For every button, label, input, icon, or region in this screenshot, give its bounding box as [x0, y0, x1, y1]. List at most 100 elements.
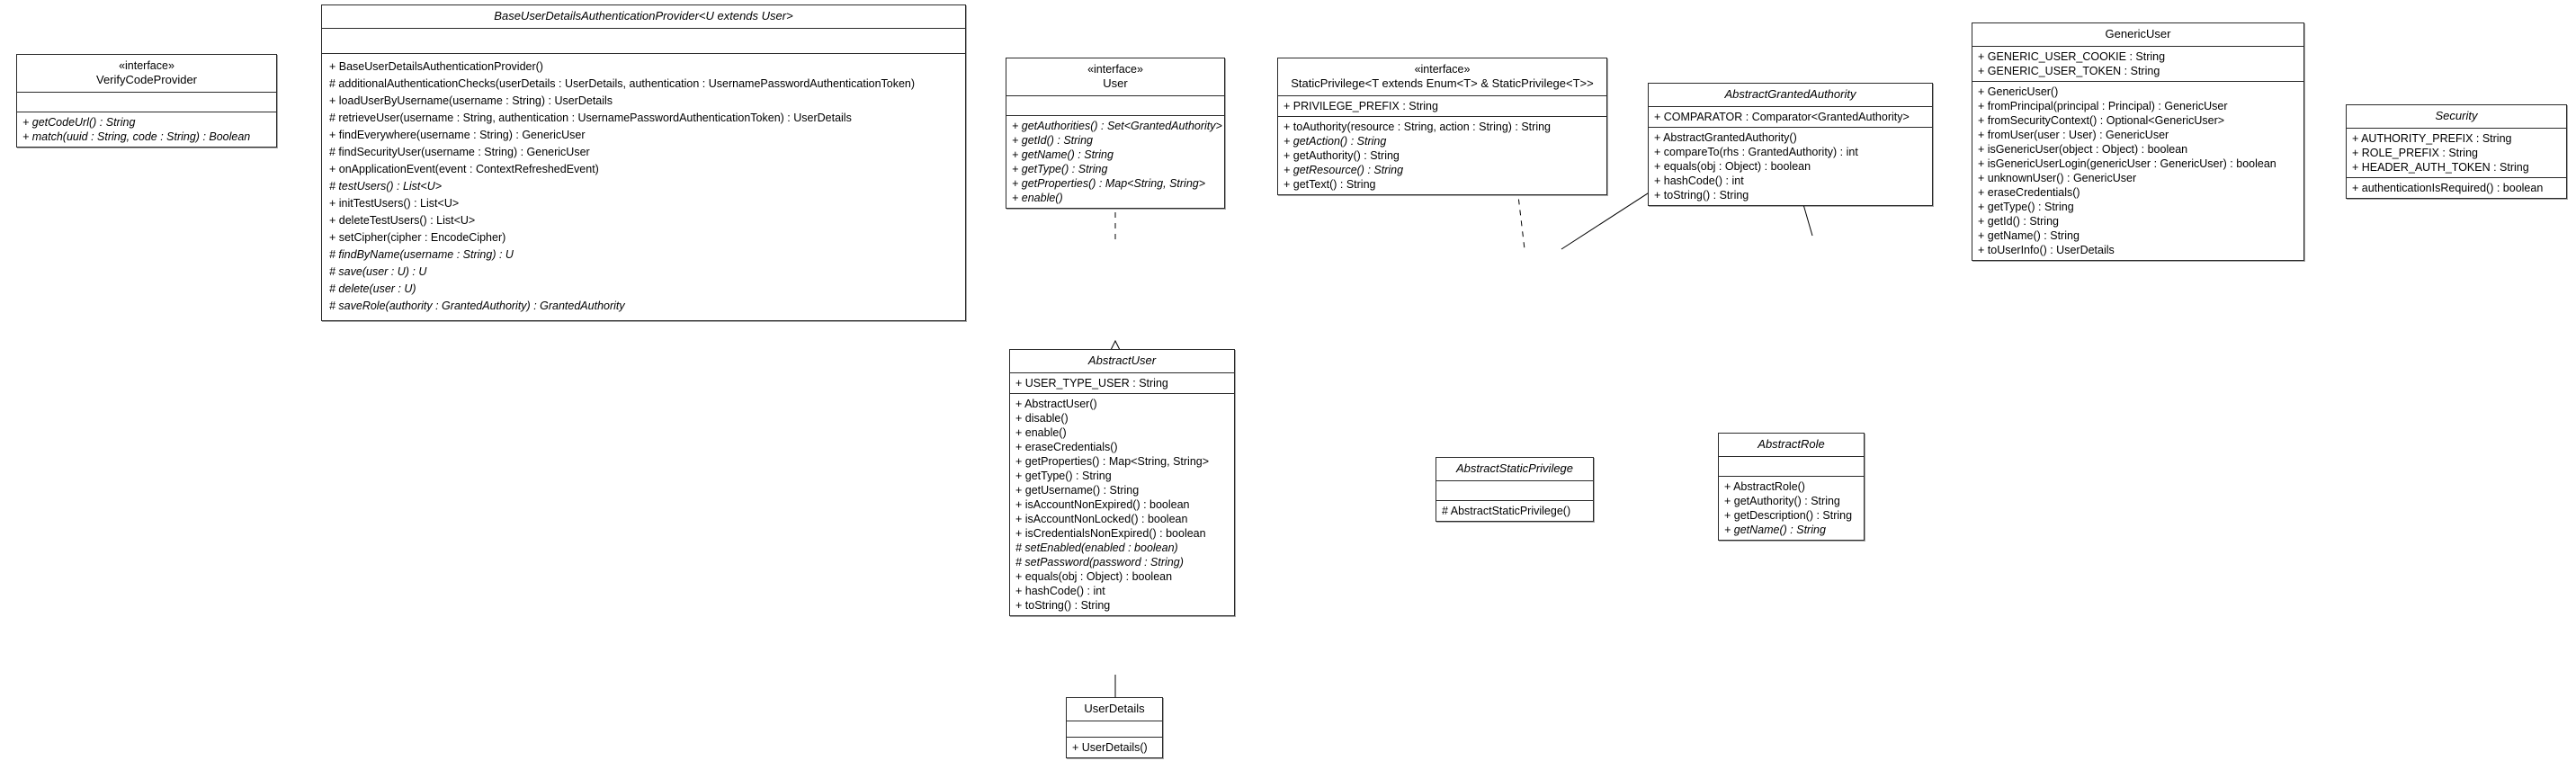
uml-feature: + toAuthority(resource : String, action …: [1284, 121, 1552, 133]
class-stereotype: «interface»: [1087, 63, 1143, 76]
uml-feature: + hashCode() : int: [1015, 585, 1105, 597]
attributes-list: + AUTHORITY_PREFIX : String + ROLE_PREFIX…: [2352, 131, 2561, 175]
class-box-abstract-role[interactable]: AbstractRole + AbstractRole() + getAuthor…: [1718, 433, 1865, 541]
attributes-list: + USER_TYPE_USER : String: [1015, 376, 1229, 390]
attributes-compartment: + AUTHORITY_PREFIX : String + ROLE_PREFIX…: [2347, 129, 2566, 178]
uml-feature: + fromSecurityContext() : Optional<Gener…: [1978, 114, 2225, 127]
attributes-compartment: [1006, 96, 1224, 116]
uml-feature: + getProperties() : Map<String, String>: [1015, 455, 1210, 468]
class-box-generic-user[interactable]: GenericUser + GENERIC_USER_COOKIE : Stri…: [1972, 22, 2304, 261]
class-header-abstract-static-privilege: AbstractStaticPrivilege: [1436, 458, 1593, 481]
uml-feature: + UserDetails(): [1072, 741, 1148, 754]
uml-feature: + isGenericUserLogin(genericUser : Gener…: [1978, 157, 2276, 170]
uml-feature: + loadUserByUsername(username : String) …: [329, 94, 613, 107]
uml-feature: # saveRole(authority : GrantedAuthority)…: [329, 300, 625, 312]
attributes-compartment: [17, 93, 276, 112]
uml-feature: + getCodeUrl() : String: [22, 116, 136, 129]
uml-feature: + toUserInfo() : UserDetails: [1978, 244, 2115, 256]
uml-feature: + eraseCredentials(): [1978, 186, 2080, 199]
class-box-abstract-granted-authority[interactable]: AbstractGrantedAuthority + COMPARATOR : …: [1648, 83, 1933, 206]
class-stereotype: «interface»: [119, 59, 174, 72]
uml-feature: + getResource() : String: [1284, 164, 1404, 176]
class-header-user-details: UserDetails: [1067, 698, 1162, 721]
uml-feature: + getId() : String: [1978, 215, 2059, 228]
uml-feature: + GenericUser(): [1978, 85, 2059, 98]
uml-feature: + initTestUsers() : List<U>: [329, 197, 460, 210]
class-box-user[interactable]: «interface» User + getAuthorities() : Se…: [1006, 58, 1225, 209]
uml-feature: + onApplicationEvent(event : ContextRefr…: [329, 163, 599, 175]
uml-feature: + getType() : String: [1015, 470, 1112, 482]
uml-feature: + authenticationIsRequired() : boolean: [2352, 182, 2544, 194]
uml-feature: + equals(obj : Object) : boolean: [1015, 570, 1173, 583]
class-name: StaticPrivilege<T extends Enum<T> & Stat…: [1291, 76, 1594, 90]
uml-feature: + AbstractUser(): [1015, 398, 1097, 410]
class-header-base-provider: BaseUserDetailsAuthenticationProvider<U …: [322, 5, 965, 29]
uml-feature: + compareTo(rhs : GrantedAuthority) : in…: [1654, 146, 1858, 158]
operations-compartment: + AbstractUser() + disable() + enable() + e…: [1010, 394, 1234, 615]
attributes-compartment: + GENERIC_USER_COOKIE : String + GENERIC_…: [1972, 47, 2303, 82]
uml-feature: + AbstractRole(): [1724, 480, 1805, 493]
class-name: VerifyCodeProvider: [96, 73, 197, 86]
uml-feature: # delete(user : U): [329, 282, 416, 295]
class-box-base-user-details-authentication-provider[interactable]: BaseUserDetailsAuthenticationProvider<U …: [321, 4, 966, 321]
uml-feature: + HEADER_AUTH_TOKEN : String: [2352, 161, 2529, 174]
uml-feature: + getText() : String: [1284, 178, 1376, 191]
class-header-static-privilege: «interface» StaticPrivilege<T extends En…: [1278, 58, 1606, 96]
uml-feature: + getAuthorities() : Set<GrantedAuthorit…: [1012, 120, 1222, 132]
operations-list: # AbstractStaticPrivilege(): [1442, 504, 1588, 518]
uml-feature: + deleteTestUsers() : List<U>: [329, 214, 476, 227]
uml-feature: + equals(obj : Object) : boolean: [1654, 160, 1811, 173]
uml-feature: + fromPrincipal(principal : Principal) :…: [1978, 100, 2228, 112]
attributes-list: + PRIVILEGE_PREFIX : String: [1284, 99, 1601, 113]
uml-feature: + isCredentialsNonExpired() : boolean: [1015, 527, 1206, 540]
class-name: BaseUserDetailsAuthenticationProvider<U …: [494, 9, 793, 22]
uml-feature: + isAccountNonLocked() : boolean: [1015, 513, 1188, 525]
class-box-abstract-user[interactable]: AbstractUser + USER_TYPE_USER : String +…: [1009, 349, 1235, 616]
class-name: AbstractStaticPrivilege: [1455, 461, 1574, 475]
uml-feature: + getName() : String: [1978, 229, 2080, 242]
operations-compartment: # AbstractStaticPrivilege(): [1436, 501, 1593, 521]
operations-list: + UserDetails(): [1072, 740, 1157, 755]
uml-feature: + getDescription() : String: [1724, 509, 1853, 522]
uml-feature: # additionalAuthenticationChecks(userDet…: [329, 77, 916, 90]
class-box-static-privilege[interactable]: «interface» StaticPrivilege<T extends En…: [1277, 58, 1607, 195]
attributes-compartment: [1067, 721, 1162, 738]
uml-feature: + getAuthority() : String: [1724, 495, 1840, 507]
operations-list: + authenticationIsRequired() : boolean: [2352, 181, 2561, 195]
uml-feature: + USER_TYPE_USER : String: [1015, 377, 1168, 389]
uml-feature: + getName() : String: [1724, 524, 1826, 536]
class-header-verify-code-provider: «interface» VerifyCodeProvider: [17, 55, 276, 93]
uml-feature: + getUsername() : String: [1015, 484, 1140, 497]
class-box-user-details[interactable]: UserDetails + UserDetails(): [1066, 697, 1163, 758]
operations-list: + AbstractRole() + getAuthority() : Strin…: [1724, 479, 1858, 537]
uml-feature: + getId() : String: [1012, 134, 1093, 147]
class-header-user: «interface» User: [1006, 58, 1224, 96]
attributes-compartment: + PRIVILEGE_PREFIX : String: [1278, 96, 1606, 117]
uml-feature: # AbstractStaticPrivilege(): [1442, 505, 1571, 517]
class-box-verify-code-provider[interactable]: «interface» VerifyCodeProvider + getCode…: [16, 54, 277, 148]
uml-feature: + BaseUserDetailsAuthenticationProvider(…: [329, 60, 543, 73]
operations-compartment: + AbstractGrantedAuthority() + compareTo(…: [1649, 128, 1932, 205]
class-box-security[interactable]: Security + AUTHORITY_PREFIX : String + RO…: [2346, 104, 2567, 199]
uml-feature: + PRIVILEGE_PREFIX : String: [1284, 100, 1438, 112]
uml-feature: + GENERIC_USER_TOKEN : String: [1978, 65, 2160, 77]
uml-feature: + GENERIC_USER_COOKIE : String: [1978, 50, 2166, 63]
uml-feature: + getType() : String: [1012, 163, 1108, 175]
uml-feature: + match(uuid : String, code : String) : …: [22, 130, 251, 143]
uml-feature: + setCipher(cipher : EncodeCipher): [329, 231, 506, 244]
uml-feature: + COMPARATOR : Comparator<GrantedAuthori…: [1654, 111, 1910, 123]
uml-feature: + getType() : String: [1978, 201, 2074, 213]
attributes-compartment: [1719, 457, 1864, 477]
operations-compartment: + toAuthority(resource : String, action …: [1278, 117, 1606, 194]
uml-feature: + findEverywhere(username : String) : Ge…: [329, 129, 586, 141]
class-box-abstract-static-privilege[interactable]: AbstractStaticPrivilege # AbstractStatic…: [1436, 457, 1594, 522]
class-header-abstract-user: AbstractUser: [1010, 350, 1234, 373]
uml-feature: # testUsers() : List<U>: [329, 180, 443, 192]
uml-feature: + getProperties() : Map<String, String>: [1012, 177, 1206, 190]
operations-compartment: + authenticationIsRequired() : boolean: [2347, 178, 2566, 198]
class-header-security: Security: [2347, 105, 2566, 129]
attributes-compartment: [322, 29, 965, 54]
operations-compartment: + UserDetails(): [1067, 738, 1162, 757]
operations-list: + AbstractGrantedAuthority() + compareTo(…: [1654, 130, 1927, 202]
class-name: AbstractRole: [1758, 437, 1825, 451]
